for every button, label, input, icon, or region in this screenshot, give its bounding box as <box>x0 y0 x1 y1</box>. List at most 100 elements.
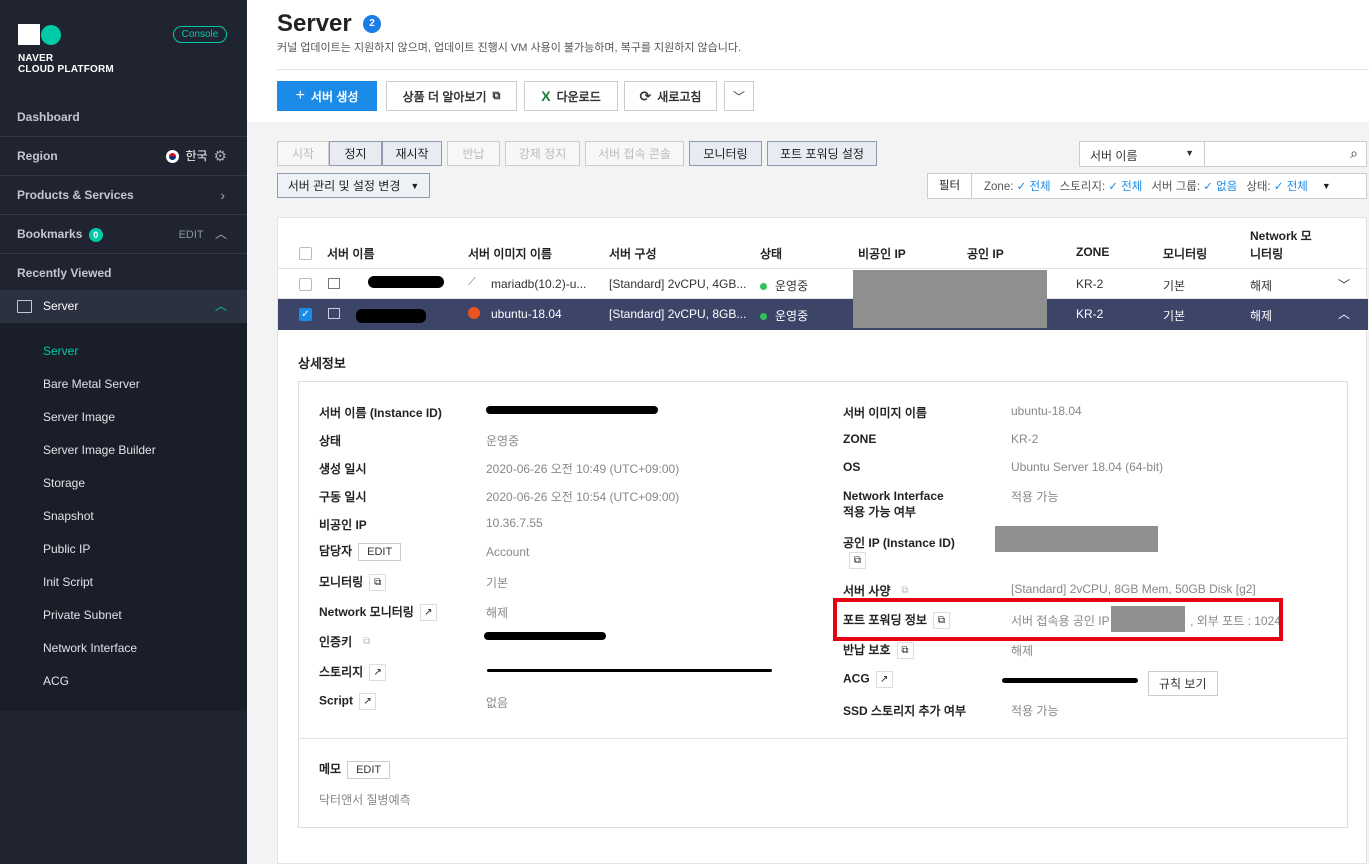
value-image-name: ubuntu-18.04 <box>1011 404 1082 418</box>
restart-button[interactable]: 재시작 <box>382 141 442 166</box>
sidebar-dashboard[interactable]: Dashboard <box>0 98 247 137</box>
sidebar-item-private-subnet[interactable]: Private Subnet <box>43 608 122 622</box>
chevron-down-icon[interactable]: ﹀ <box>1338 276 1350 293</box>
label-os: OS <box>843 460 861 474</box>
sidebar-region-label: Region <box>17 149 58 163</box>
chevron-up-icon[interactable]: ︿ <box>215 227 227 241</box>
popup-icon[interactable]: ⧉ <box>369 574 387 592</box>
value-return-protect: 해제 <box>1011 644 1034 658</box>
return-button[interactable]: 반납 <box>447 141 500 166</box>
memo-divider <box>299 738 1347 739</box>
server-console-button[interactable]: 서버 접속 콘솔 <box>585 141 684 166</box>
sidebar-item-bare-metal[interactable]: Bare Metal Server <box>43 377 140 391</box>
owner-edit-button[interactable]: EDIT <box>358 542 402 561</box>
col-private-ip[interactable]: 비공인 IP <box>858 245 906 262</box>
value-owner: Account <box>486 545 530 559</box>
sidebar-region[interactable]: Region 한국 ⚙ <box>0 137 247 176</box>
filter-group[interactable]: 서버 그룹: ✓ 없음 <box>1151 178 1237 194</box>
external-link-icon[interactable]: ↗ <box>359 693 377 710</box>
create-server-button[interactable]: + 서버 생성 <box>277 81 377 111</box>
popup-icon[interactable]: ⧉ <box>849 552 866 569</box>
sidebar-item-acg[interactable]: ACG <box>43 674 69 688</box>
main-content: Server 2 커널 업데이트는 지원하지 않으며, 업데이트 진행시 VM … <box>247 0 1369 864</box>
search-input[interactable] <box>1206 142 1336 166</box>
label-status: 상태 <box>319 434 342 448</box>
sidebar-server-group[interactable]: Server ︿ <box>0 290 247 323</box>
label-monitoring: 모니터링 <box>319 575 364 589</box>
gear-icon[interactable]: ⚙ <box>214 137 227 176</box>
learn-more-button[interactable]: 상품 더 알아보기 ⧉ <box>386 81 517 111</box>
sidebar-recent[interactable]: Recently Viewed <box>0 254 247 293</box>
start-button[interactable]: 시작 <box>277 141 329 166</box>
sidebar-item-init-script[interactable]: Init Script <box>43 575 93 589</box>
naver-cloud-logo[interactable]: NAVER CLOUD PLATFORM <box>18 24 114 75</box>
col-zone[interactable]: ZONE <box>1076 245 1109 259</box>
memo-edit-button[interactable]: EDIT <box>347 760 391 779</box>
chevron-down-icon: ﹀ <box>732 89 745 104</box>
sidebar-item-network-interface[interactable]: Network Interface <box>43 641 137 655</box>
label-script-row: Script ↗ <box>319 693 377 710</box>
label-owner-row: 담당자 EDIT <box>319 542 402 561</box>
page-subtitle: 커널 업데이트는 지원하지 않으며, 업데이트 진행시 VM 사용이 불가능하며… <box>277 42 742 54</box>
sidebar-item-storage[interactable]: Storage <box>43 476 85 490</box>
external-link-icon[interactable]: ↗ <box>419 604 437 622</box>
view-rules-button[interactable]: 규칙 보기 <box>1148 671 1218 696</box>
table-row[interactable]: ⟋ mariadb(10.2)-u... [Standard] 2vCPU, 4… <box>278 268 1368 299</box>
sidebar-item-snapshot[interactable]: Snapshot <box>43 509 94 523</box>
caret-down-icon[interactable]: ▼ <box>1322 181 1331 191</box>
console-button[interactable]: Console <box>173 26 227 43</box>
chevron-up-icon[interactable]: ︿ <box>1338 305 1350 322</box>
download-button[interactable]: X 다운로드 <box>524 81 618 111</box>
mariadb-icon: ⟋ <box>468 276 476 288</box>
popup-icon[interactable]: ⧉ <box>358 634 376 652</box>
filter-status-label: 상태: <box>1246 181 1271 193</box>
value-net-monitoring: 해제 <box>486 606 509 620</box>
external-link-icon[interactable]: ↗ <box>369 664 387 682</box>
monitoring-button[interactable]: 모니터링 <box>689 141 762 166</box>
manage-settings-dropdown[interactable]: 서버 관리 및 설정 변경 ▼ <box>277 173 430 198</box>
row-checkbox[interactable] <box>299 278 312 291</box>
col-server-name[interactable]: 서버 이름 <box>327 245 375 262</box>
stop-button[interactable]: 정지 <box>329 141 382 166</box>
table-row-selected[interactable]: ✓ ubuntu-18.04 [Standard] 2vCPU, 8GB... … <box>278 299 1368 330</box>
col-public-ip[interactable]: 공인 IP <box>967 245 1004 262</box>
refresh-button[interactable]: ⟳ 새로고침 <box>624 81 717 111</box>
sidebar-item-server-image[interactable]: Server Image <box>43 410 115 424</box>
label-return-protect-row: 반납 보호 ⧉ <box>843 641 914 660</box>
col-spec[interactable]: 서버 구성 <box>609 245 657 262</box>
manage-settings-label: 서버 관리 및 설정 변경 <box>287 179 401 193</box>
col-status[interactable]: 상태 <box>760 245 782 262</box>
redacted-name <box>356 309 426 323</box>
col-image-name[interactable]: 서버 이미지 이름 <box>468 245 552 262</box>
filter-button[interactable]: 필터 <box>928 174 972 198</box>
row-checkbox-checked[interactable]: ✓ <box>299 308 312 321</box>
sidebar-bookmarks[interactable]: Bookmarks 0 EDIT ︿ <box>0 215 247 254</box>
value-private-ip: 10.36.7.55 <box>486 516 543 530</box>
search-icon[interactable]: ⌕ <box>1350 145 1358 162</box>
row-zone: KR-2 <box>1076 307 1104 321</box>
label-storage: 스토리지 <box>319 665 364 679</box>
label-zone: ZONE <box>843 432 877 446</box>
bookmarks-edit-button[interactable]: EDIT <box>179 229 204 241</box>
external-link-icon[interactable]: ↗ <box>875 671 893 688</box>
chevron-right-icon: › <box>220 187 225 203</box>
filter-status[interactable]: 상태: ✓ 전체 <box>1246 178 1308 194</box>
popup-icon[interactable]: ⧉ <box>896 642 914 660</box>
sidebar-item-image-builder[interactable]: Server Image Builder <box>43 443 156 457</box>
col-network-monitoring[interactable]: Network 모 <box>1250 227 1312 244</box>
more-dropdown-button[interactable]: ﹀ <box>724 81 754 111</box>
filter-zone[interactable]: Zone: ✓ 전체 <box>984 178 1051 194</box>
sidebar-item-public-ip[interactable]: Public IP <box>43 542 90 556</box>
select-all-checkbox[interactable] <box>299 247 312 260</box>
search-field-select[interactable]: 서버 이름 ▼ <box>1080 142 1205 166</box>
port-forward-button[interactable]: 포트 포워딩 설정 <box>767 141 877 166</box>
label-monitoring-row: 모니터링 ⧉ <box>319 573 387 592</box>
col-monitoring[interactable]: 모니터링 <box>1163 245 1207 262</box>
sidebar-item-server[interactable]: Server <box>43 344 78 358</box>
sidebar-products[interactable]: Products & Services › <box>0 176 247 215</box>
redacted-auth-key <box>484 632 606 640</box>
label-script: Script <box>319 693 354 708</box>
force-stop-button[interactable]: 강제 정지 <box>505 141 580 166</box>
row-image: ubuntu-18.04 <box>491 307 562 321</box>
filter-storage[interactable]: 스토리지: ✓ 전체 <box>1060 178 1143 194</box>
